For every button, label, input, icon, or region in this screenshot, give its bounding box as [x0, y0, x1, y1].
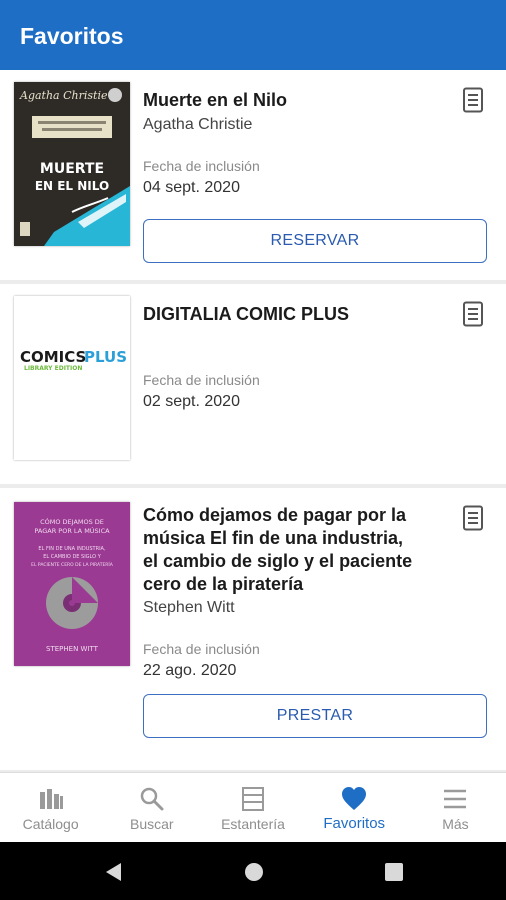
- cover-mid-line2: EL CAMBIO DE SIGLO Y: [43, 554, 101, 560]
- book-cover[interactable]: CÓMO DEJAMOS DE PAGAR POR LA MÚSICA EL F…: [14, 502, 130, 666]
- shelf-icon: [242, 787, 264, 811]
- nav-item-more[interactable]: Más: [405, 773, 506, 842]
- date-value: 22 ago. 2020: [143, 662, 237, 679]
- search-icon: [140, 787, 164, 811]
- bottom-navigation: Catálogo Buscar Estantería Favoritos Más: [0, 772, 506, 842]
- favorites-list: Agatha Christie MUERTE EN EL NILO Muerte…: [0, 70, 506, 774]
- back-icon[interactable]: [103, 861, 125, 883]
- book-cover[interactable]: COMICS PLUS LIBRARY EDITION: [14, 296, 130, 460]
- cover-title-line1: MUERTE: [40, 161, 104, 177]
- cover-mid-line3: EL PACIENTE CERO DE LA PIRATERÍA: [31, 561, 114, 568]
- item-title-line: música El fin de una industria,: [143, 528, 404, 548]
- system-navigation-bar: [0, 842, 506, 900]
- nav-item-favorites[interactable]: Favoritos: [304, 773, 405, 842]
- home-icon[interactable]: [243, 861, 265, 883]
- nav-item-catalog[interactable]: Catálogo: [0, 773, 101, 842]
- item-title-line: el cambio de siglo y el paciente: [143, 551, 413, 571]
- cover-title-line2: EN EL NILO: [35, 179, 109, 193]
- reserve-button[interactable]: RESERVAR: [143, 219, 487, 263]
- recents-icon[interactable]: [383, 861, 405, 883]
- document-icon[interactable]: [462, 87, 484, 113]
- date-label: Fecha de inclusión: [143, 641, 260, 657]
- date-value: 04 sept. 2020: [143, 179, 240, 196]
- date-label: Fecha de inclusión: [143, 158, 260, 174]
- nav-label: Más: [442, 816, 469, 832]
- document-icon[interactable]: [462, 505, 484, 531]
- item-title[interactable]: Cómo dejamos de pagar por la música El f…: [143, 504, 443, 596]
- favorite-item[interactable]: COMICS PLUS LIBRARY EDITION DIGITALIA CO…: [0, 284, 506, 484]
- nav-label: Buscar: [130, 816, 174, 832]
- item-title-line: Cómo dejamos de pagar por la: [143, 505, 407, 525]
- date-value: 02 sept. 2020: [143, 393, 240, 410]
- favorite-item[interactable]: Agatha Christie MUERTE EN EL NILO Muerte…: [0, 70, 506, 280]
- item-title[interactable]: DIGITALIA COMIC PLUS: [143, 303, 443, 326]
- cover-logo-sub: LIBRARY EDITION: [24, 365, 82, 372]
- cover-art: COMICS PLUS LIBRARY EDITION: [14, 296, 130, 460]
- cover-author: STEPHEN WITT: [46, 645, 99, 653]
- book-cover[interactable]: Agatha Christie MUERTE EN EL NILO: [14, 82, 130, 246]
- item-author: Stephen Witt: [143, 599, 235, 616]
- cover-top-line1: CÓMO DEJAMOS DE: [40, 517, 104, 526]
- cover-art: Agatha Christie MUERTE EN EL NILO: [14, 82, 130, 246]
- cover-logo-part2: PLUS: [84, 348, 127, 366]
- catalog-icon: [39, 789, 63, 809]
- cover-brand: Agatha Christie: [19, 89, 108, 102]
- menu-icon: [444, 789, 467, 809]
- cover-top-line2: PAGAR POR LA MÚSICA: [34, 526, 110, 535]
- favorite-item[interactable]: CÓMO DEJAMOS DE PAGAR POR LA MÚSICA EL F…: [0, 488, 506, 770]
- date-label: Fecha de inclusión: [143, 372, 260, 388]
- nav-item-shelf[interactable]: Estantería: [202, 773, 303, 842]
- nav-label: Favoritos: [323, 815, 386, 832]
- cover-mid-line1: EL FIN DE UNA INDUSTRIA,: [38, 546, 106, 552]
- cover-logo-part1: COMICS: [20, 348, 86, 366]
- item-title-line: cero de la piratería: [143, 574, 304, 594]
- app: Favoritos Agatha Christie MUERTE EN EL N…: [0, 0, 506, 900]
- document-icon[interactable]: [462, 301, 484, 327]
- item-title[interactable]: Muerte en el Nilo: [143, 89, 443, 112]
- item-author: Agatha Christie: [143, 116, 253, 133]
- nav-label: Catálogo: [22, 816, 79, 832]
- nav-item-search[interactable]: Buscar: [101, 773, 202, 842]
- heart-icon: [342, 787, 367, 810]
- page-title: Favoritos: [20, 23, 124, 49]
- cover-art: CÓMO DEJAMOS DE PAGAR POR LA MÚSICA EL F…: [14, 502, 130, 666]
- nav-label: Estantería: [221, 816, 285, 832]
- app-bar: Favoritos: [0, 0, 506, 70]
- borrow-button[interactable]: PRESTAR: [143, 694, 487, 738]
